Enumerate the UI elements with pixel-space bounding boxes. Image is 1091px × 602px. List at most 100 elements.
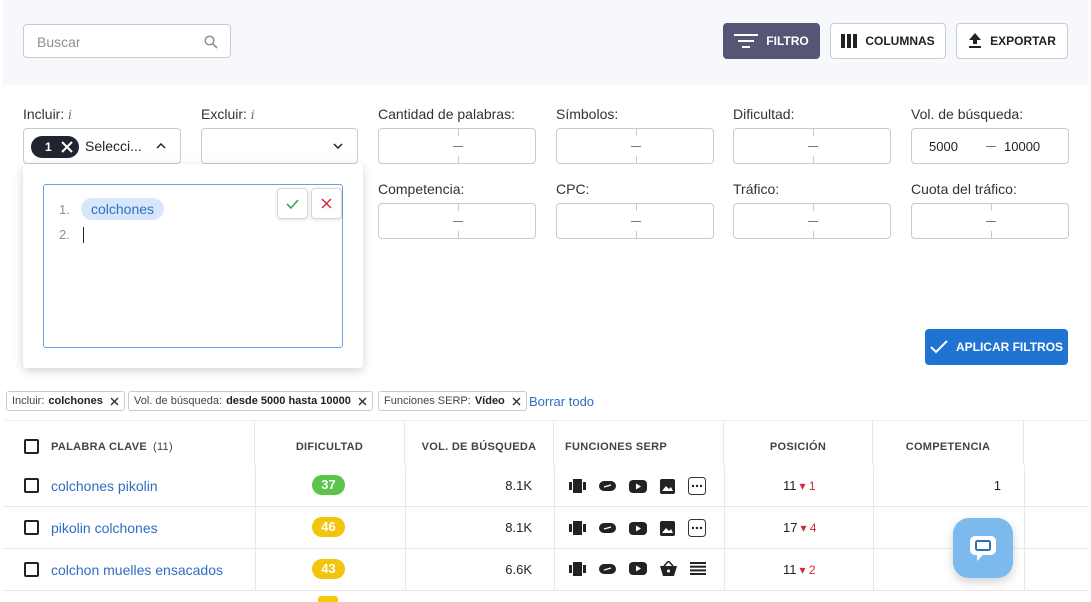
- include-count: 1: [45, 140, 52, 154]
- active-filter-tag: Funciones SERP: Vídeo: [378, 391, 527, 411]
- difficulty-label: Dificultad:: [733, 106, 795, 122]
- table-row[interactable]: colchones pikolin 37 8.1K 11 ▾ 1 1: [3, 465, 1088, 507]
- cpc-label: CPC:: [556, 181, 590, 197]
- filter-button-label: FILTRO: [766, 34, 809, 48]
- search-volume-to[interactable]: 10000: [1004, 139, 1040, 154]
- position-value: 11 ▾ 2: [783, 562, 816, 577]
- symbols-label: Símbolos:: [556, 106, 619, 122]
- search-volume-from[interactable]: 5000: [929, 139, 958, 154]
- carousel-icon: [569, 561, 586, 576]
- search-placeholder: Buscar: [37, 34, 81, 50]
- list-icon: [690, 562, 706, 575]
- active-filter-tag: Vol. de búsqueda: desde 5000 hasta 10000: [128, 391, 373, 411]
- link-icon: [599, 523, 616, 533]
- chat-icon: [970, 536, 996, 561]
- image-icon: [660, 478, 675, 494]
- table-row[interactable]: colchon muelles ensacados 43 6.6K 11 ▾ 2: [3, 549, 1088, 591]
- line-number: 2.: [59, 227, 70, 242]
- include-label: Incluir: i: [23, 106, 72, 122]
- cpc-range[interactable]: [556, 203, 714, 239]
- arrow-down-icon: ▾: [800, 521, 807, 535]
- clear-all-link[interactable]: Borrar todo: [529, 394, 594, 409]
- video-icon: [629, 479, 647, 493]
- shopping-basket-icon: [660, 561, 677, 576]
- difficulty-badge: 43: [312, 559, 345, 579]
- upload-icon: [969, 33, 982, 48]
- keyword-link[interactable]: pikolin colchones: [51, 520, 158, 536]
- position-value: 11 ▾ 1: [783, 478, 816, 493]
- position-value: 17 ▾ 4: [783, 520, 817, 535]
- row-checkbox[interactable]: [24, 478, 39, 493]
- video-icon: [629, 562, 647, 575]
- columns-button-label: COLUMNAS: [865, 34, 935, 48]
- search-input[interactable]: Buscar: [23, 24, 231, 58]
- close-icon: [321, 198, 332, 209]
- columns-button[interactable]: COLUMNAS: [830, 23, 946, 59]
- filter-button[interactable]: FILTRO: [723, 23, 820, 59]
- table-row[interactable]: pikolin colchones 46 8.1K 17 ▾ 4: [3, 507, 1088, 549]
- close-icon[interactable]: [61, 141, 73, 153]
- competition-range[interactable]: [378, 203, 536, 239]
- close-icon[interactable]: [512, 397, 521, 406]
- arrow-down-icon: ▾: [799, 563, 806, 577]
- word-count-range[interactable]: [378, 128, 536, 164]
- video-icon: [629, 521, 647, 535]
- apply-filters-button[interactable]: APLICAR FILTROS: [925, 329, 1068, 365]
- search-icon: [204, 35, 218, 49]
- competition-label: Competencia:: [378, 181, 465, 197]
- carousel-icon: [569, 479, 586, 493]
- competition-value: 1: [993, 478, 1001, 493]
- include-select[interactable]: 1 Selecci...: [23, 128, 181, 164]
- chevron-up-icon: [156, 143, 166, 149]
- serp-features: [569, 477, 706, 495]
- keyword-chip[interactable]: colchones: [81, 198, 165, 220]
- include-count-chip: 1: [31, 136, 79, 158]
- difficulty-range[interactable]: [733, 128, 891, 164]
- check-icon: [286, 198, 299, 209]
- filter-icon: [734, 34, 759, 48]
- traffic-label: Tráfico:: [733, 181, 780, 197]
- columns-icon: [841, 34, 858, 48]
- search-volume-range[interactable]: 5000 10000: [911, 128, 1069, 164]
- search-volume-label: Vol. de búsqueda:: [911, 106, 1024, 122]
- close-icon[interactable]: [110, 397, 119, 406]
- include-select-text: Selecci...: [85, 138, 142, 154]
- volume-value: 6.6K: [505, 562, 532, 577]
- export-button[interactable]: EXPORTAR: [956, 23, 1068, 59]
- confirm-button[interactable]: [277, 188, 308, 219]
- cancel-button[interactable]: [311, 188, 342, 219]
- difficulty-badge: 46: [312, 517, 345, 537]
- select-all-checkbox[interactable]: [24, 439, 39, 454]
- apply-filters-label: APLICAR FILTROS: [955, 340, 1064, 354]
- word-count-label: Cantidad de palabras:: [378, 106, 515, 122]
- exclude-label: Excluir: i: [201, 106, 255, 122]
- info-icon[interactable]: i: [251, 108, 255, 122]
- row-checkbox[interactable]: [24, 562, 39, 577]
- keyword-link[interactable]: colchon muelles ensacados: [51, 562, 223, 578]
- symbols-range[interactable]: [556, 128, 714, 164]
- arrow-down-icon: ▾: [799, 479, 806, 493]
- close-icon[interactable]: [358, 397, 367, 406]
- export-button-label: EXPORTAR: [990, 34, 1056, 48]
- traffic-range[interactable]: [733, 203, 891, 239]
- image-icon: [660, 520, 675, 536]
- check-icon: [930, 340, 948, 354]
- serp-features: [569, 561, 706, 576]
- text-cursor: [83, 227, 84, 243]
- difficulty-badge: [318, 596, 338, 602]
- exclude-select[interactable]: [201, 128, 358, 164]
- traffic-share-range[interactable]: [911, 203, 1069, 239]
- info-icon[interactable]: i: [68, 108, 72, 122]
- line-number: 1.: [59, 202, 70, 217]
- active-filter-tag: Incluir: colchones: [6, 391, 125, 411]
- serp-features: [569, 519, 706, 537]
- keyword-count: (11): [152, 441, 173, 453]
- chat-button[interactable]: [953, 518, 1013, 578]
- volume-value: 8.1K: [505, 478, 532, 493]
- row-checkbox[interactable]: [24, 520, 39, 535]
- carousel-icon: [569, 521, 586, 535]
- link-icon: [599, 563, 616, 574]
- more-icon[interactable]: [688, 519, 706, 537]
- more-icon[interactable]: [688, 477, 706, 495]
- keyword-link[interactable]: colchones pikolin: [51, 478, 158, 494]
